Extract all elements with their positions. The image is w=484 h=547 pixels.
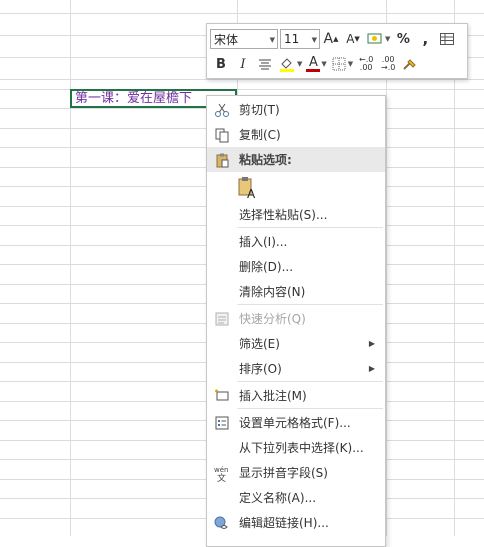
format-painter-table-button[interactable] <box>438 28 456 50</box>
font-size-combo[interactable]: 11 ▼ <box>280 29 320 49</box>
grow-font-label: A <box>323 31 334 47</box>
borders-button[interactable]: ▼ <box>331 53 353 75</box>
menu-item-label: 定义名称(A)... <box>239 491 317 505</box>
menu-item-define-name[interactable]: 定义名称(A)... <box>207 485 385 510</box>
fill-color-button[interactable]: ▼ <box>278 53 302 75</box>
column-divider <box>70 0 71 536</box>
hyperlink-icon <box>213 514 231 532</box>
copy-icon <box>213 126 231 144</box>
paste-option-keep-text[interactable]: A <box>207 174 385 202</box>
comma-style-button[interactable]: , <box>416 28 434 50</box>
chevron-down-icon: ▼ <box>321 60 327 68</box>
menu-item-pick-from-list[interactable]: 从下拉列表中选择(K)... <box>207 435 385 460</box>
menu-item-label: 显示拼音字段(S) <box>239 466 328 480</box>
menu-item-label: 清除内容(N) <box>239 285 306 299</box>
increase-decimal-button[interactable]: ←.0 .00 <box>357 53 375 75</box>
mini-toolbar-row-1: 宋体 ▼ 11 ▼ A ▲ A ▼ ▼ % , <box>210 27 458 51</box>
format-cells-icon <box>213 414 231 432</box>
menu-separator <box>237 381 383 382</box>
grow-font-button[interactable]: A ▲ <box>322 28 340 50</box>
row-divider <box>0 13 484 14</box>
menu-item-sort[interactable]: 排序(O) ▶ <box>207 356 385 381</box>
borders-icon <box>332 57 346 71</box>
bold-button[interactable]: B <box>212 53 230 75</box>
mini-toolbar-row-2: B I ▼ A ▼ ▼ ←.0 .00 .00 →.0 <box>210 52 421 76</box>
menu-item-insert[interactable]: 插入(I)... <box>207 229 385 254</box>
menu-item-label: 设置单元格格式(F)... <box>239 416 351 430</box>
table-style-icon <box>440 33 455 45</box>
align-center-button[interactable] <box>256 53 274 75</box>
italic-button[interactable]: I <box>234 53 252 75</box>
menu-item-paste-special[interactable]: 选择性粘贴(S)... <box>207 202 385 227</box>
chevron-down-icon: ▼ <box>269 36 275 44</box>
clipboard-icon <box>213 151 231 169</box>
quick-analysis-icon <box>213 310 231 328</box>
decrease-decimal-button[interactable]: .00 →.0 <box>379 53 397 75</box>
menu-header-label: 粘贴选项: <box>239 153 292 167</box>
fill-bucket-icon <box>280 58 294 72</box>
menu-item-quick-analysis: 快速分析(Q) <box>207 306 385 331</box>
font-color-icon: A <box>306 54 321 72</box>
menu-item-label: 选择性粘贴(S)... <box>239 208 328 222</box>
submenu-arrow-icon: ▶ <box>368 339 375 348</box>
scissors-icon <box>213 101 231 119</box>
font-name-combo[interactable]: 宋体 ▼ <box>210 29 278 49</box>
shrink-font-label: A <box>346 32 355 46</box>
menu-item-edit-hyperlink[interactable]: 编辑超链接(H)... <box>207 510 385 535</box>
comment-icon <box>213 387 231 405</box>
menu-item-label: 插入(I)... <box>239 235 288 249</box>
submenu-arrow-icon: ▶ <box>368 364 375 373</box>
menu-item-label: 筛选(E) <box>239 337 280 351</box>
menu-item-clear-contents[interactable]: 清除内容(N) <box>207 279 385 304</box>
menu-item-label: 排序(O) <box>239 362 282 376</box>
accounting-format-button[interactable]: ▼ <box>366 28 390 50</box>
paintbrush-icon <box>403 59 416 70</box>
align-center-icon <box>259 59 271 70</box>
svg-text:wén: wén <box>214 466 228 474</box>
font-color-swatch <box>306 68 321 72</box>
menu-item-label: 复制(C) <box>239 128 281 142</box>
menu-item-label: 快速分析(Q) <box>239 312 306 326</box>
menu-item-label: 剪切(T) <box>239 103 280 117</box>
menu-header-paste-options: 粘贴选项: <box>207 147 385 172</box>
menu-separator <box>237 227 383 228</box>
grow-font-icon: ▲ <box>333 35 339 43</box>
svg-text:文: 文 <box>217 472 226 482</box>
menu-item-label: 编辑超链接(H)... <box>239 516 329 530</box>
chevron-down-icon: ▼ <box>347 60 354 68</box>
phonetic-icon: wén 文 <box>213 464 231 482</box>
menu-item-copy[interactable]: 复制(C) <box>207 122 385 147</box>
chevron-down-icon: ▼ <box>297 60 303 68</box>
context-menu: 剪切(T) 复制(C) 粘贴选项: A 选择性粘贴(S)... 插入(I)...… <box>206 95 386 547</box>
menu-item-show-phonetic[interactable]: wén 文 显示拼音字段(S) <box>207 460 385 485</box>
font-color-button[interactable]: A ▼ <box>306 53 327 75</box>
column-divider <box>386 0 387 536</box>
chevron-down-icon: ▼ <box>311 36 317 44</box>
font-color-letter: A <box>308 54 318 70</box>
paste-text-icon: A <box>237 176 259 203</box>
menu-item-label: 从下拉列表中选择(K)... <box>239 441 364 455</box>
menu-item-format-cells[interactable]: 设置单元格格式(F)... <box>207 410 385 435</box>
row-divider <box>0 79 484 80</box>
format-painter-button[interactable] <box>401 53 419 75</box>
menu-item-label: 删除(D)... <box>239 260 294 274</box>
menu-item-filter[interactable]: 筛选(E) ▶ <box>207 331 385 356</box>
svg-text:A: A <box>247 187 256 200</box>
menu-separator <box>237 408 383 409</box>
accounting-format-icon <box>367 33 382 44</box>
mini-toolbar: 宋体 ▼ 11 ▼ A ▲ A ▼ ▼ % , B I ▼ A ▼ ▼ ←.0 … <box>206 23 468 79</box>
font-name-value: 宋体 <box>214 32 239 47</box>
menu-item-label: 插入批注(M) <box>239 389 307 403</box>
column-divider <box>454 0 455 536</box>
menu-separator <box>237 304 383 305</box>
shrink-font-icon: ▼ <box>354 35 360 43</box>
chevron-down-icon: ▼ <box>385 35 391 43</box>
percent-style-button[interactable]: % <box>394 28 412 50</box>
menu-item-insert-comment[interactable]: 插入批注(M) <box>207 383 385 408</box>
shrink-font-button[interactable]: A ▼ <box>344 28 362 50</box>
font-size-value: 11 <box>284 32 300 46</box>
menu-item-cut[interactable]: 剪切(T) <box>207 97 385 122</box>
menu-item-delete[interactable]: 删除(D)... <box>207 254 385 279</box>
